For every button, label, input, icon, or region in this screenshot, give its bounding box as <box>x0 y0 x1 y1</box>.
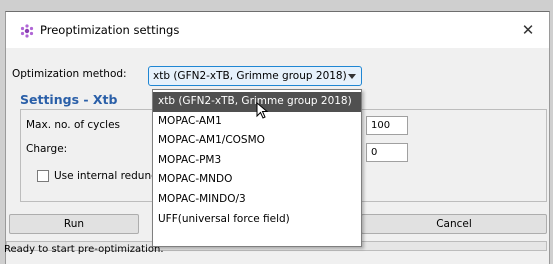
method-selected-value: xtb (GFN2-xTB, Grimme group 2018) <box>153 70 347 82</box>
charge-input[interactable]: 0 <box>366 143 408 162</box>
dropdown-option[interactable]: MOPAC-MINDO/3 <box>153 190 361 210</box>
run-button[interactable]: Run <box>9 214 139 234</box>
title-bar: Preoptimization settings ✕ <box>6 12 549 48</box>
preoptimization-dialog: Preoptimization settings ✕ Optimization … <box>4 11 550 264</box>
status-text: Ready to start pre-optimization. <box>4 244 164 255</box>
dropdown-option[interactable]: MOPAC-MNDO <box>153 170 361 190</box>
redundant-checkbox[interactable] <box>37 170 49 182</box>
method-select[interactable]: xtb (GFN2-xTB, Grimme group 2018) <box>148 66 362 86</box>
window-title: Preoptimization settings <box>40 23 180 37</box>
close-icon[interactable]: ✕ <box>517 19 539 41</box>
settings-title: Settings - Xtb <box>20 92 118 107</box>
molecule-icon <box>20 24 34 38</box>
dropdown-option[interactable]: MOPAC-PM3 <box>153 151 361 171</box>
cancel-button[interactable]: Cancel <box>361 214 547 234</box>
charge-label: Charge: <box>26 143 68 155</box>
charge-value: 0 <box>371 147 378 158</box>
max-cycles-input[interactable]: 100 <box>366 116 408 135</box>
dropdown-option[interactable]: MOPAC-AM1/COSMO <box>153 131 361 151</box>
redundant-label: Use internal redund <box>54 170 158 182</box>
chevron-down-icon <box>348 74 356 79</box>
dropdown-option[interactable]: UFF(universal force field) <box>153 210 361 230</box>
method-label: Optimization method: <box>12 68 127 80</box>
max-cycles-label: Max. no. of cycles <box>26 119 121 131</box>
max-cycles-value: 100 <box>371 120 391 131</box>
mouse-cursor-icon <box>256 102 269 119</box>
